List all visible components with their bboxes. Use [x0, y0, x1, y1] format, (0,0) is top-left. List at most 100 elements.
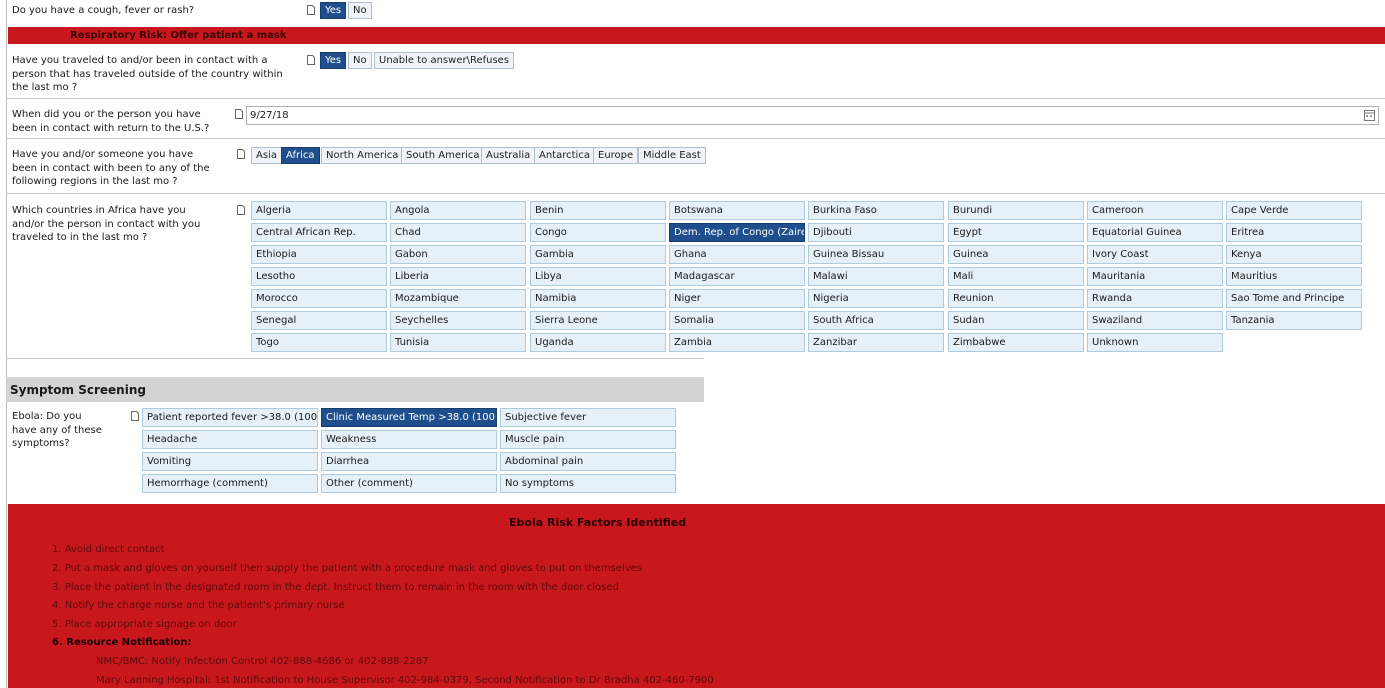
- country-option[interactable]: Rwanda: [1087, 289, 1223, 308]
- country-option[interactable]: Central African Rep.: [251, 223, 387, 242]
- country-option[interactable]: Reunion: [948, 289, 1084, 308]
- country-option[interactable]: Benin: [530, 201, 666, 220]
- symptom-option[interactable]: Diarrhea: [321, 452, 497, 471]
- country-option[interactable]: Mozambique: [390, 289, 526, 308]
- country-option[interactable]: Senegal: [251, 311, 387, 330]
- country-option[interactable]: Nigeria: [808, 289, 944, 308]
- symptom-option[interactable]: Other (comment): [321, 474, 497, 493]
- country-option[interactable]: Angola: [390, 201, 526, 220]
- travel-no-button[interactable]: No: [348, 52, 372, 69]
- country-option[interactable]: Somalia: [669, 311, 805, 330]
- return-date-value: 9/27/18: [250, 110, 289, 121]
- q-travel-line: person that has traveled outside of the …: [12, 68, 283, 80]
- country-option[interactable]: Madagascar: [669, 267, 805, 286]
- country-option[interactable]: Sudan: [948, 311, 1084, 330]
- country-option[interactable]: Ivory Coast: [1087, 245, 1223, 264]
- travel-yes-button[interactable]: Yes: [320, 52, 347, 69]
- country-option[interactable]: Gambia: [530, 245, 666, 264]
- cough-yes-button[interactable]: Yes: [320, 2, 347, 19]
- comment-icon[interactable]: [307, 5, 315, 15]
- country-option[interactable]: Djibouti: [808, 223, 944, 242]
- country-option[interactable]: Botswana: [669, 201, 805, 220]
- symptom-option[interactable]: Patient reported fever >38.0 (100.4): [142, 408, 318, 427]
- region-option-middle-east[interactable]: Middle East: [638, 147, 706, 164]
- ebola-alert-title: Ebola Risk Factors Identified: [509, 516, 687, 529]
- country-option[interactable]: Congo: [530, 223, 666, 242]
- q-symptoms-line: symptoms?: [12, 438, 70, 449]
- country-option[interactable]: Ethiopia: [251, 245, 387, 264]
- q-countries-label: Which countries in Africa have you and/o…: [12, 204, 200, 245]
- symptom-option[interactable]: Subjective fever: [500, 408, 676, 427]
- country-option[interactable]: Egypt: [948, 223, 1084, 242]
- q-countries-line: traveled to in the last mo ?: [12, 232, 148, 243]
- travel-unable-button[interactable]: Unable to answer\Refuses: [374, 52, 515, 69]
- country-option[interactable]: Liberia: [390, 267, 526, 286]
- country-option[interactable]: Ghana: [669, 245, 805, 264]
- country-option[interactable]: Lesotho: [251, 267, 387, 286]
- country-option[interactable]: Togo: [251, 333, 387, 352]
- region-option-asia[interactable]: Asia: [251, 147, 282, 164]
- comment-icon[interactable]: [235, 109, 243, 119]
- country-option[interactable]: Guinea: [948, 245, 1084, 264]
- symptom-option[interactable]: Abdominal pain: [500, 452, 676, 471]
- region-option-africa[interactable]: Africa: [281, 147, 320, 164]
- country-option[interactable]: Burundi: [948, 201, 1084, 220]
- country-option[interactable]: Tanzania: [1226, 311, 1362, 330]
- country-option[interactable]: Seychelles: [390, 311, 526, 330]
- country-option[interactable]: Sierra Leone: [530, 311, 666, 330]
- country-option[interactable]: Algeria: [251, 201, 387, 220]
- country-option[interactable]: Zimbabwe: [948, 333, 1084, 352]
- country-option[interactable]: Uganda: [530, 333, 666, 352]
- country-option[interactable]: Zambia: [669, 333, 805, 352]
- region-option-south-america[interactable]: South America: [401, 147, 485, 164]
- country-option[interactable]: Zanzibar: [808, 333, 944, 352]
- country-option[interactable]: Sao Tome and Principe: [1226, 289, 1362, 308]
- calendar-icon[interactable]: [1364, 109, 1375, 121]
- alert-step: 3. Place the patient in the designated r…: [52, 582, 619, 593]
- comment-icon[interactable]: [131, 411, 139, 421]
- country-option[interactable]: Libya: [530, 267, 666, 286]
- country-option[interactable]: Morocco: [251, 289, 387, 308]
- country-option[interactable]: South Africa: [808, 311, 944, 330]
- country-option[interactable]: Namibia: [530, 289, 666, 308]
- country-option[interactable]: Swaziland: [1087, 311, 1223, 330]
- symptom-option[interactable]: Muscle pain: [500, 430, 676, 449]
- comment-icon[interactable]: [237, 149, 245, 159]
- country-option[interactable]: Eritrea: [1226, 223, 1362, 242]
- region-option-antarctica[interactable]: Antarctica: [534, 147, 595, 164]
- region-option-europe[interactable]: Europe: [593, 147, 639, 164]
- symptom-option[interactable]: Hemorrhage (comment): [142, 474, 318, 493]
- symptom-option[interactable]: No symptoms: [500, 474, 676, 493]
- country-option[interactable]: Mauritania: [1087, 267, 1223, 286]
- country-option[interactable]: Guinea Bissau: [808, 245, 944, 264]
- symptom-option[interactable]: Weakness: [321, 430, 497, 449]
- comment-icon[interactable]: [237, 205, 245, 215]
- symptom-option[interactable]: Clinic Measured Temp >38.0 (100.4): [321, 408, 497, 427]
- country-option[interactable]: Gabon: [390, 245, 526, 264]
- comment-icon[interactable]: [307, 55, 315, 65]
- country-option[interactable]: Chad: [390, 223, 526, 242]
- symptom-option[interactable]: Vomiting: [142, 452, 318, 471]
- country-option[interactable]: Burkina Faso: [808, 201, 944, 220]
- region-option-north-america[interactable]: North America: [321, 147, 404, 164]
- country-option[interactable]: Unknown: [1087, 333, 1223, 352]
- country-option[interactable]: Cape Verde: [1226, 201, 1362, 220]
- country-option[interactable]: Kenya: [1226, 245, 1362, 264]
- country-option[interactable]: Malawi: [808, 267, 944, 286]
- region-option-australia[interactable]: Australia: [481, 147, 536, 164]
- q-regions-line: been in contact with been to any of the: [12, 162, 210, 174]
- country-option[interactable]: Tunisia: [390, 333, 526, 352]
- country-option[interactable]: Cameroon: [1087, 201, 1223, 220]
- cough-no-button[interactable]: No: [348, 2, 372, 19]
- country-option[interactable]: Niger: [669, 289, 805, 308]
- country-option[interactable]: Mali: [948, 267, 1084, 286]
- q-cough-label: Do you have a cough, fever or rash?: [12, 5, 195, 16]
- q-travel-line: the last mo ?: [12, 82, 78, 93]
- country-option[interactable]: Mauritius: [1226, 267, 1362, 286]
- return-date-field[interactable]: 9/27/18: [246, 106, 1379, 125]
- country-option[interactable]: Equatorial Guinea: [1087, 223, 1223, 242]
- alert-notification: NMC/BMC: Notify Infection Control 402-88…: [96, 656, 429, 667]
- q-regions-line: following regions in the last mo ?: [12, 176, 178, 187]
- symptom-option[interactable]: Headache: [142, 430, 318, 449]
- country-option[interactable]: Dem. Rep. of Congo (Zaire): [669, 223, 805, 242]
